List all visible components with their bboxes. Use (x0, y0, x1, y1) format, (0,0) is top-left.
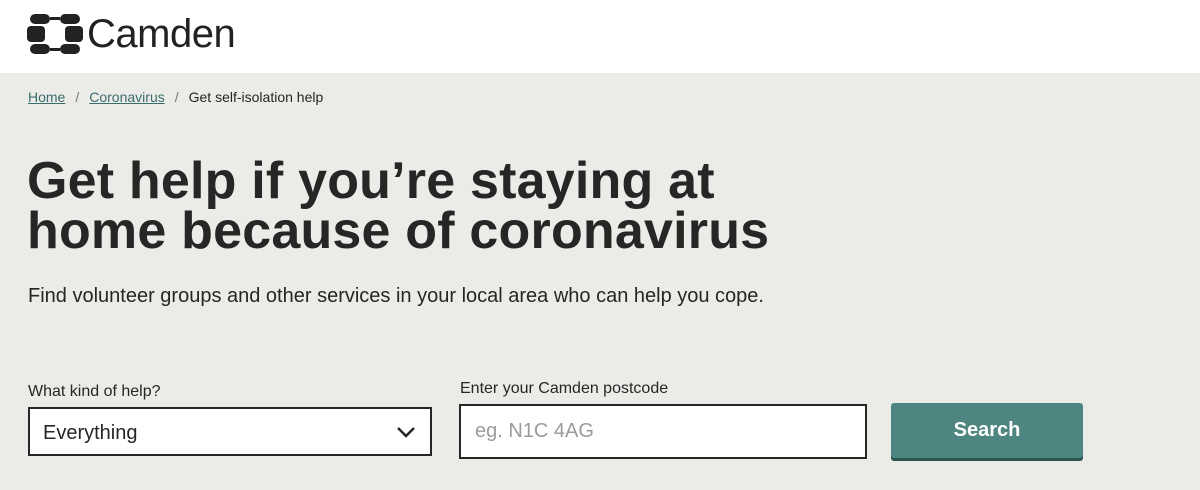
postcode-label: Enter your Camden postcode (460, 380, 669, 397)
postcode-input[interactable] (459, 404, 867, 459)
site-header: Camden (0, 0, 1200, 73)
camden-logo-icon (27, 14, 83, 54)
breadcrumb-current: Get self-isolation help (188, 89, 324, 105)
search-button[interactable]: Search (891, 403, 1083, 458)
breadcrumb-coronavirus-link[interactable]: Coronavirus (89, 89, 164, 105)
camden-logo[interactable]: Camden (27, 12, 236, 56)
chevron-down-icon (397, 427, 415, 438)
breadcrumb-separator: / (75, 89, 80, 105)
page-intro: Find volunteer groups and other services… (28, 285, 764, 307)
breadcrumb-separator: / (174, 89, 179, 105)
page-title: Get help if you’re staying at home becau… (27, 152, 770, 260)
breadcrumb-home-link[interactable]: Home (28, 89, 65, 105)
breadcrumb: Home / Coronavirus / Get self-isolation … (28, 89, 323, 105)
logo-text: Camden (87, 12, 236, 56)
help-type-selected-value: Everything (43, 422, 138, 444)
main-content: Home / Coronavirus / Get self-isolation … (0, 73, 1200, 490)
help-type-label: What kind of help? (28, 383, 161, 400)
help-type-select[interactable]: Everything (28, 407, 432, 456)
